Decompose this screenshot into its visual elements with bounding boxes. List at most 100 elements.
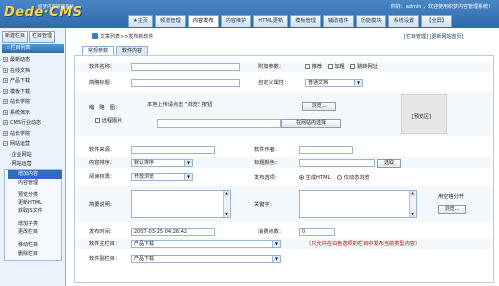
expand-icon[interactable]: − <box>3 141 8 146</box>
extra-checks: 推荐 加粗 跳转网址 <box>305 63 378 70</box>
publish-html-radio[interactable] <box>299 175 304 180</box>
nav-plugins[interactable]: 辅助插件 <box>322 15 354 27</box>
expand-icon[interactable]: + <box>3 67 8 73</box>
short-title-input[interactable] <box>131 79 240 87</box>
bold-label: 加粗 <box>334 64 345 70</box>
sub-col-label: 软件副栏目： <box>89 256 121 262</box>
expand-icon[interactable]: + <box>3 78 8 83</box>
sort-select[interactable]: 默认排序 ▼ <box>131 159 193 167</box>
nav-channel[interactable]: 频道管理 <box>155 15 186 27</box>
remote-pic-checkbox[interactable] <box>95 118 100 123</box>
sidebar-item[interactable]: + 站长学院 <box>3 129 65 139</box>
sidebar-item[interactable]: + 站长学院 <box>3 97 65 107</box>
publish-opt-label: 发布选项： <box>254 175 280 181</box>
menu-delete-column[interactable]: 删除栏目 <box>8 250 62 259</box>
scrollbar[interactable]: ▲ ▼ <box>223 191 230 217</box>
remote-pic: 远程图片 <box>95 117 122 124</box>
scrollbar[interactable]: ▲ ▼ <box>409 191 416 217</box>
author-input[interactable] <box>299 146 353 154</box>
site-select-button[interactable]: 在网站内选择 <box>281 119 341 128</box>
sidebar-item-label: ·企业网站 <box>10 151 32 158</box>
keyword-browse-button[interactable]: 浏览... <box>438 205 466 214</box>
new-column-button[interactable]: 新建栏目 <box>2 31 29 43</box>
jump-url-label: 跳转网址 <box>357 64 378 70</box>
sidebar-item[interactable]: − 网站运营 <box>3 139 65 149</box>
expand-icon[interactable]: + <box>3 57 8 62</box>
chevron-down-icon: ▼ <box>184 160 192 166</box>
sidebar-item-label: ·网站运营 <box>10 161 32 167</box>
scroll-down-icon[interactable]: ▼ <box>224 212 229 217</box>
chevron-down-icon: ▼ <box>184 174 192 180</box>
image-url-input[interactable] <box>157 119 281 128</box>
menu-add-content[interactable]: 增加内容 <box>8 170 62 179</box>
document-icon <box>92 33 98 39</box>
expand-icon[interactable]: + <box>3 120 8 125</box>
main-nav: ★主页 频道管理 内容发布 内容维护 HTML更新 模板管理 辅助插件 功能模块… <box>128 15 452 27</box>
points-input[interactable]: 0 <box>299 228 335 236</box>
summary-textarea[interactable]: ▲ ▼ <box>131 190 231 218</box>
sidebar-item[interactable]: + CMS行业动态 <box>3 118 65 128</box>
chevron-down-icon: ▼ <box>272 241 280 247</box>
scroll-up-icon[interactable]: ▲ <box>224 191 229 196</box>
publish-dynamic-label: 仅动态浏览 <box>343 175 370 181</box>
sidebar-item-label: 站长学院 <box>10 99 31 105</box>
menu-get-js[interactable]: 获取JS文件 <box>8 207 62 216</box>
main-col-label: 软件主栏目： <box>89 241 121 247</box>
custom-attr-select[interactable]: 普通文档 ▼ <box>305 79 363 87</box>
sidebar-item[interactable]: + 在线文档 <box>3 66 65 76</box>
nav-fullscreen[interactable]: 【全屏】 <box>421 15 452 27</box>
expand-icon[interactable]: + <box>3 99 8 104</box>
source-label: 软件来源： <box>89 147 115 153</box>
sub-col-value: 产品下载 <box>134 256 155 262</box>
browse-button[interactable]: 浏览... <box>302 102 336 111</box>
nav-publish[interactable]: 内容发布 <box>187 15 219 27</box>
expand-icon[interactable]: + <box>3 130 8 136</box>
publish-html-label: 生成HTML <box>305 175 331 181</box>
sub-col-select[interactable]: 产品下载 ▼ <box>131 255 281 263</box>
jump-url-checkbox[interactable] <box>350 64 356 69</box>
column-list-header: ☆栏目列表 <box>2 44 64 53</box>
recommend-checkbox[interactable] <box>305 64 310 69</box>
logo: Dede·CMS 织梦内容管理系统 <box>2 2 112 26</box>
sidebar-item-label: 模板下载 <box>10 88 31 95</box>
nav-templates[interactable]: 模板管理 <box>290 15 321 27</box>
main-col-select[interactable]: 产品下载 ▼ <box>131 240 281 248</box>
software-name-label: 软件名称： <box>89 64 115 70</box>
menu-content-manage[interactable]: 内容管理 <box>8 179 62 188</box>
column-manage-button[interactable]: 栏目管理 <box>29 31 56 43</box>
scroll-up-icon[interactable]: ▲ <box>410 191 415 196</box>
publish-dynamic-radio[interactable] <box>337 175 343 180</box>
logo-subtitle: 织梦内容管理系统 <box>38 5 74 10</box>
sidebar-item[interactable]: ·网站运营 <box>10 159 72 169</box>
sidebar-item-label: 最新动态 <box>10 57 31 63</box>
nav-html-update[interactable]: HTML更新 <box>253 15 289 27</box>
sidebar-item[interactable]: + 系统演示 <box>3 108 65 118</box>
nav-modules[interactable]: 功能模块 <box>355 15 387 27</box>
expand-icon[interactable]: + <box>3 109 8 115</box>
title-color-input[interactable] <box>299 159 375 167</box>
nav-home[interactable]: ★主页 <box>128 15 154 27</box>
bold-checkbox[interactable] <box>327 64 333 69</box>
nav-maintain[interactable]: 内容维护 <box>220 15 252 27</box>
points-label: 消费点数： <box>258 229 284 235</box>
sidebar-item[interactable]: + 产品下载 <box>3 76 65 86</box>
menu-edit-column[interactable]: 更改栏目 <box>8 228 62 237</box>
top-links[interactable]: [栏目管理] [更新网站首页] <box>404 33 463 40</box>
chevron-down-icon: ▼ <box>354 80 362 86</box>
keywords-textarea[interactable]: ▲ ▼ <box>299 190 417 218</box>
nav-settings[interactable]: 系统设置 <box>388 15 420 27</box>
source-input[interactable] <box>131 146 215 154</box>
software-name-input[interactable] <box>131 63 240 71</box>
scroll-down-icon[interactable]: ▼ <box>410 212 415 217</box>
main-col-value: 产品下载 <box>134 241 155 247</box>
choose-color-button[interactable]: 选取 <box>377 159 401 168</box>
custom-attr-label: 自定义属性： <box>258 80 290 86</box>
publish-time-input[interactable]: 2007-03-25 04:26:42 <box>131 228 215 236</box>
sidebar-item[interactable]: + 最新动态 <box>3 55 65 65</box>
sidebar-item[interactable]: + 模板下载 <box>3 87 65 97</box>
read-perm-select[interactable]: 开放浏览 ▼ <box>131 173 193 181</box>
local-upload-hint: 本地上传请点击 "浏览" 按钮 <box>147 102 213 108</box>
menu-move-column[interactable]: 移动栏目 <box>8 241 62 250</box>
recommend-label: 推荐 <box>311 64 323 70</box>
expand-icon[interactable]: + <box>3 88 8 94</box>
